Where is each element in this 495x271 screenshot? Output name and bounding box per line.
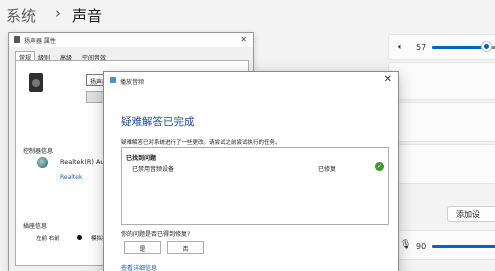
speaker-device-icon: [29, 73, 43, 92]
close-icon[interactable]: ✕: [384, 74, 392, 85]
controller-link[interactable]: Realtek: [60, 174, 82, 181]
properties-titlebar: 扬声器 属性 ✕: [9, 33, 253, 47]
breadcrumb-sound: 声音: [72, 7, 103, 25]
microphone-icon[interactable]: 🎙︎: [400, 240, 411, 250]
speaker-icon[interactable]: 🔈︎: [398, 42, 403, 52]
troubleshooter-title: 播放音频: [120, 79, 145, 86]
fixed-question: 你的问题是否已得到修复?: [121, 231, 191, 238]
settings-card: [388, 144, 495, 184]
jack-color-dot: [77, 235, 82, 240]
issues-table: 已找到问题 已禁用音频设备 已修复 ✓: [121, 147, 389, 225]
breadcrumb-separator: ›: [55, 4, 61, 22]
troubleshooter-heading: 疑难解答已完成: [121, 116, 195, 128]
jack-channels: 左前 右前: [36, 236, 60, 242]
close-icon[interactable]: ✕: [240, 35, 247, 44]
audio-controller-icon: [37, 157, 48, 168]
issue-name: 已禁用音频设备: [132, 166, 175, 173]
troubleshooter-description: 疑难解答已对系统进行了一些更改。请尝试之前尝试执行的任务。: [121, 140, 281, 146]
no-button[interactable]: 否: [167, 241, 204, 254]
input-volume-value: 90: [416, 242, 427, 251]
jack-info-label: 插座信息: [23, 223, 48, 230]
output-volume-thumb[interactable]: [482, 42, 491, 51]
troubleshooter-dialog: 播放音频 ✕ 疑难解答已完成 疑难解答已对系统进行了一些更改。请尝试之前尝试执行…: [103, 71, 399, 271]
properties-title: 扬声器 属性: [24, 38, 56, 45]
checkmark-icon: ✓: [375, 162, 384, 171]
issue-status: 已修复: [318, 166, 337, 173]
issues-table-header: 已找到问题: [126, 155, 157, 162]
breadcrumb-system[interactable]: 系统: [6, 5, 36, 26]
input-volume-slider[interactable]: [432, 245, 495, 248]
output-volume-value: 57: [416, 43, 427, 52]
yes-button[interactable]: 是: [124, 241, 161, 254]
controller-info-label: 控制器信息: [23, 148, 54, 155]
settings-card: [388, 62, 495, 100]
settings-card: [388, 102, 495, 142]
input-volume-fill: [432, 245, 495, 248]
troubleshooter-titlebar: 播放音频 ✕: [104, 72, 398, 90]
troubleshooter-app-icon: [110, 77, 116, 83]
add-device-button[interactable]: 添加设: [447, 206, 495, 222]
output-volume-fill: [432, 46, 486, 49]
speaker-small-icon: [14, 36, 20, 43]
view-details-link[interactable]: 查看详细信息: [121, 263, 157, 271]
